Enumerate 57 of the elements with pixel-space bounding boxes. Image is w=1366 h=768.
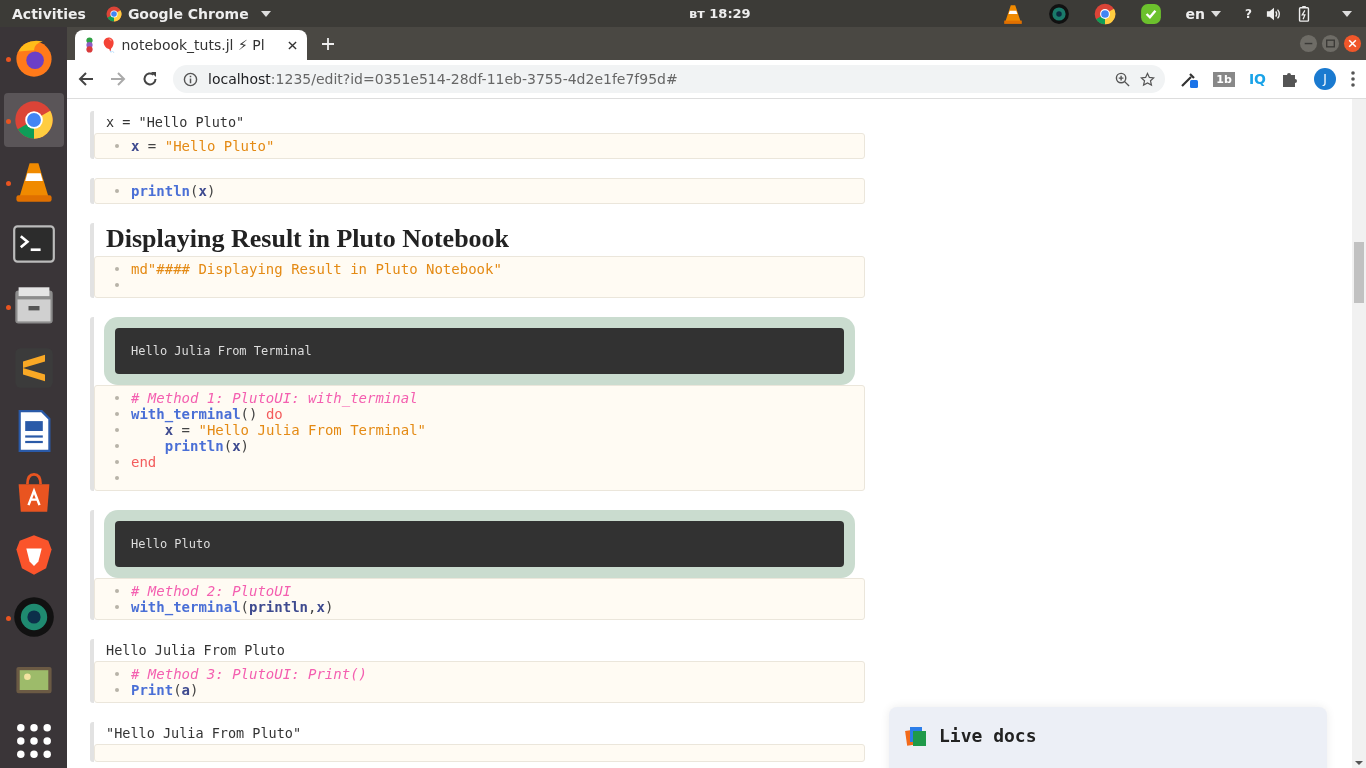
close-tab-icon[interactable] — [288, 40, 297, 50]
markdown-heading: Displaying Result in Pluto Notebook — [105, 223, 511, 255]
code-line: # Method 3: PlutoUI: Print() — [131, 666, 367, 682]
code-line: println(x) — [163, 438, 250, 454]
scrollbar-thumb[interactable] — [1354, 242, 1364, 303]
info-icon — [183, 71, 198, 87]
code-editor[interactable]: # Method 3: PlutoUI: Print() Print(a) — [94, 661, 865, 703]
scroll-down-arrow-icon[interactable] — [1355, 761, 1363, 765]
dock-app-icon[interactable] — [3, 93, 64, 148]
code-line: Print(a) — [131, 682, 199, 698]
checkmark-icon[interactable] — [1139, 2, 1162, 25]
camera-lens-icon[interactable] — [1047, 2, 1070, 25]
language-menu[interactable]: en — [1185, 5, 1222, 22]
live-docs-panel[interactable]: Live docs — [889, 707, 1327, 768]
speaker-icon[interactable] — [1266, 5, 1282, 22]
cell-output: Hello Julia From Pluto — [105, 641, 286, 660]
code-line: # Method 2: PlutoUI — [131, 583, 292, 599]
caret-icon[interactable] — [1342, 10, 1352, 17]
terminal-output: Hello Pluto — [115, 521, 844, 567]
code-editor[interactable]: # Method 1: PlutoUI: with_terminal with_terminal() do x = "Hello Julia From Terminal" println(x) end — [94, 385, 865, 491]
zoom-icon[interactable] — [1115, 71, 1131, 87]
books-icon — [905, 725, 927, 747]
chrome-icon — [105, 5, 122, 22]
code-line: # Method 1: PlutoUI: with_terminal — [131, 390, 418, 406]
star-icon[interactable] — [1140, 71, 1156, 87]
code-line: end — [131, 454, 157, 470]
code-line: x = "Hello Pluto" — [131, 138, 275, 154]
traffic-cone-icon[interactable] — [1001, 2, 1024, 25]
caret-icon — [1211, 10, 1222, 17]
back-icon[interactable] — [77, 70, 95, 88]
terminal-output: Hello Julia From Terminal — [115, 328, 844, 374]
activities-button[interactable]: Activities — [12, 5, 86, 22]
extension-icon[interactable]: 1b — [1213, 71, 1235, 87]
app-menu[interactable]: Google Chrome — [105, 5, 271, 22]
address-bar[interactable]: localhost:1235/edit?id=0351e514-28df-11eb-3755-4d2e1fe7f95d# — [173, 65, 1166, 93]
code-line: with_terminal(println,x) — [131, 599, 334, 615]
reload-icon[interactable] — [141, 70, 159, 88]
caret-icon — [260, 10, 271, 17]
pluto-favicon-icon — [85, 37, 94, 53]
help-glyph[interactable]: ? — [1245, 6, 1252, 21]
battery-icon[interactable] — [1296, 5, 1312, 22]
chrome-icon[interactable] — [1093, 2, 1116, 25]
profile-avatar[interactable]: J — [1314, 68, 1336, 90]
new-tab-icon[interactable] — [321, 37, 335, 51]
cell-output: "Hello Julia From Pluto" — [105, 724, 303, 743]
menu-icon[interactable] — [1350, 69, 1356, 89]
code-line: md"#### Displaying Result in Pluto Notebook" — [131, 261, 502, 277]
close-icon[interactable] — [1343, 34, 1362, 53]
code-editor[interactable]: # Method 2: PlutoUI with_terminal(println,x) — [94, 578, 865, 620]
code-line: with_terminal() do — [131, 406, 283, 422]
browser-tab[interactable]: 🎈 notebook_tuts.jl ⚡ Pl — [75, 30, 307, 60]
clock[interactable]: вт 18:29 — [689, 6, 751, 21]
code-editor[interactable]: println(x) — [94, 178, 865, 204]
code-editor[interactable]: x = "Hello Pluto" — [94, 133, 865, 159]
cell-output: x = "Hello Pluto" — [105, 113, 246, 132]
code-line: println(x) — [131, 183, 216, 199]
code-line: x = "Hello Julia From Terminal" — [164, 422, 427, 438]
